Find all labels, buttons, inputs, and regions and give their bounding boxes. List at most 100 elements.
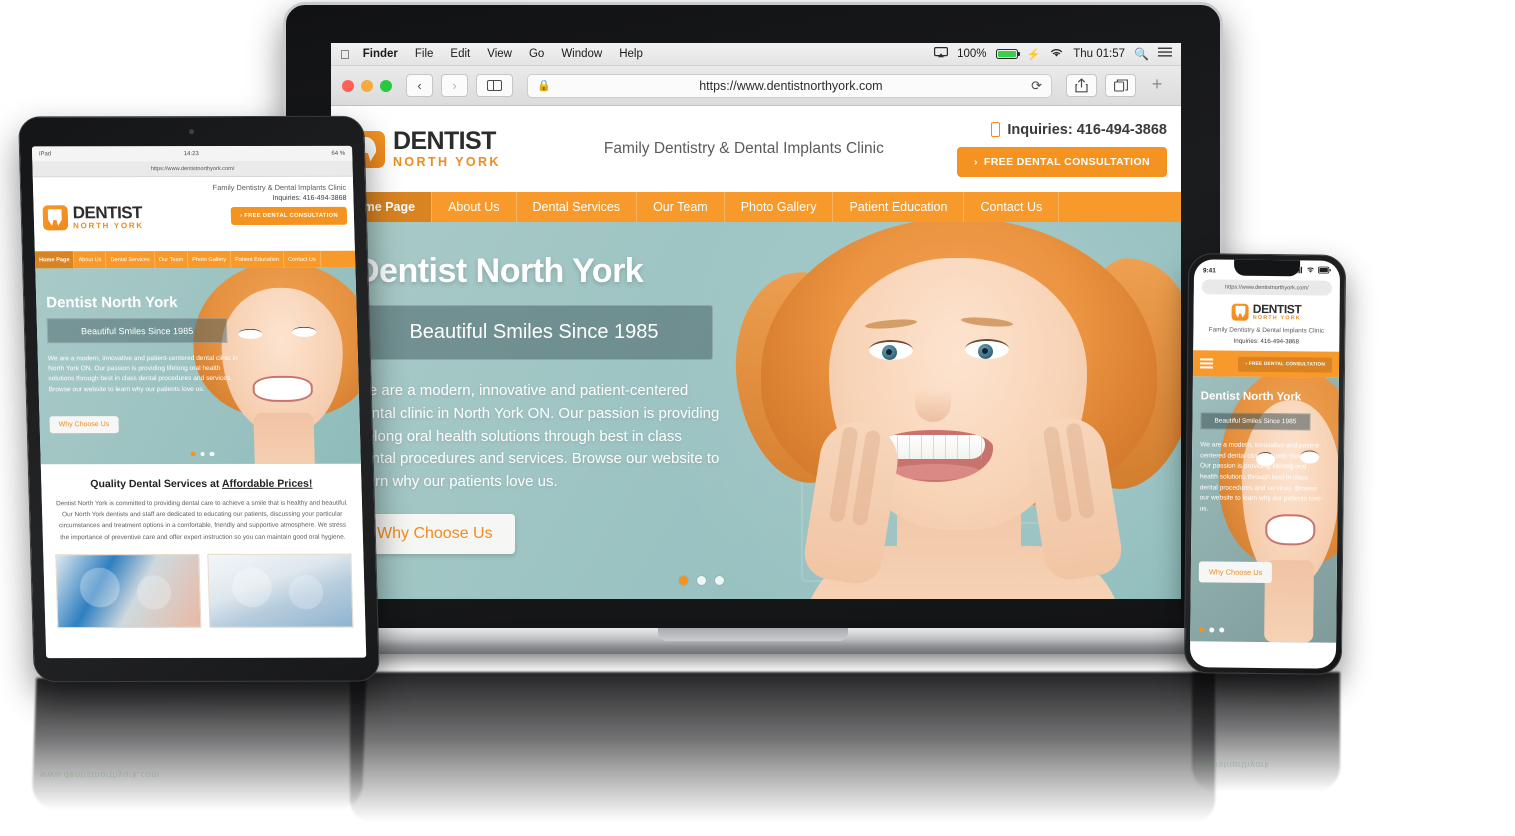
inquiries-line[interactable]: Inquiries: 416-494-3868 (957, 122, 1167, 138)
new-tab-button[interactable]: + (1144, 74, 1170, 97)
menu-item-go[interactable]: Go (529, 48, 544, 60)
logo-line-2: NORTH YORK (393, 155, 501, 170)
tablet-screen: iPad 14:23 64 % https://www.dentistnorth… (31, 145, 367, 659)
site-logo[interactable]: DENTIST NORTH YORK (348, 129, 501, 169)
menu-item-file[interactable]: File (415, 48, 434, 60)
why-choose-us-button[interactable]: Why Choose Us (355, 513, 515, 554)
laptop-screen:  Finder File Edit View Go Window Help 1… (331, 43, 1181, 599)
carousel-dot-3[interactable] (1219, 627, 1225, 633)
nav-item-about-us[interactable]: About Us (74, 251, 107, 269)
inquiries-label: Inquiries: (1007, 121, 1073, 138)
nav-item-patient-education[interactable]: Patient Education (230, 250, 285, 268)
show-tabs-button[interactable] (1105, 74, 1136, 97)
nav-item-contact-us[interactable]: Contact Us (964, 192, 1060, 222)
nav-item-our-team[interactable]: Our Team (637, 192, 725, 222)
menu-item-edit[interactable]: Edit (450, 48, 470, 60)
nav-item-photo-gallery[interactable]: Photo Gallery (188, 250, 232, 269)
section-heading-plain: Quality Dental Services at (90, 477, 223, 491)
tablet-camera-icon (188, 129, 195, 135)
section-paragraph: Dentist North York is committed to provi… (55, 499, 348, 541)
phone-address-bar[interactable]: https://www.dentistnorthyork.com/ (1201, 279, 1332, 296)
search-icon[interactable]: 🔍 (1134, 47, 1149, 61)
menu-item-finder[interactable]: Finder (363, 48, 398, 60)
carousel-dots (679, 576, 724, 585)
phone-screen: 9:41 https://www.dentistnorthyork.com/ D… (1189, 259, 1341, 669)
battery-icon[interactable] (995, 49, 1020, 59)
phone-icon (991, 122, 1001, 137)
inquiries-label: Inquiries: (1233, 337, 1259, 345)
maximize-window-button[interactable] (380, 79, 392, 92)
address-bar[interactable]: 🔒 https://www.dentistnorthyork.com ⟳ (527, 73, 1052, 98)
free-consultation-button[interactable]: › FREE DENTAL CONSULTATION (1238, 356, 1333, 373)
carousel-dot-1[interactable] (679, 576, 688, 585)
tablet-battery-label: 64 % (331, 150, 346, 157)
battery-icon (1318, 266, 1331, 276)
menu-item-help[interactable]: Help (619, 48, 643, 60)
clinic-photo-procedure[interactable] (207, 553, 354, 628)
site-tagline: Family Dentistry & Dental Implants Clini… (1208, 326, 1325, 335)
nav-item-photo-gallery[interactable]: Photo Gallery (725, 192, 834, 222)
airplay-icon[interactable] (934, 47, 949, 61)
carousel-dot-1[interactable] (190, 451, 196, 456)
window-controls[interactable] (342, 79, 392, 92)
clinic-photo-consultation[interactable] (55, 553, 202, 628)
nav-item-dental-services[interactable]: Dental Services (517, 192, 638, 222)
wifi-icon[interactable] (1049, 47, 1064, 61)
nav-item-contact-us[interactable]: Contact Us (283, 250, 321, 268)
why-choose-us-button[interactable]: Why Choose Us (49, 416, 119, 434)
tablet-site-header: DENTIST NORTH YORK Family Dentistry & De… (32, 176, 355, 252)
close-window-button[interactable] (342, 79, 354, 92)
free-consultation-button[interactable]: › FREE DENTAL CONSULTATION (956, 146, 1167, 177)
back-button[interactable]: ‹ (406, 74, 433, 97)
chevron-right-icon: › (1245, 361, 1248, 367)
tablet-device: iPad 14:23 64 % https://www.dentistnorth… (18, 115, 380, 683)
inquiries-phone[interactable]: 416-494-3868 (1077, 122, 1167, 138)
nav-item-dental-services[interactable]: Dental Services (106, 251, 156, 269)
hamburger-menu-icon[interactable] (1199, 356, 1214, 371)
logo-line-2: NORTH YORK (72, 221, 144, 231)
list-icon[interactable] (1158, 47, 1172, 61)
why-choose-us-button[interactable]: Why Choose Us (1198, 561, 1273, 584)
site-logo[interactable]: DENTIST NORTH YORK (1200, 302, 1334, 321)
carousel-dot-3[interactable] (715, 576, 724, 585)
site-navigation: Home Page About Us Dental Services Our T… (331, 192, 1181, 222)
nav-item-our-team[interactable]: Our Team (154, 251, 189, 269)
hero-copy: Dentist North York Beautiful Smiles Sinc… (355, 252, 755, 554)
carousel-dot-2[interactable] (1209, 627, 1215, 633)
site-header: DENTIST NORTH YORK Family Dentistry & De… (331, 106, 1181, 192)
tablet-address-bar[interactable]: https://www.dentistnorthyork.com/ (32, 160, 353, 178)
hero-subtitle: Beautiful Smiles Since 1985 (80, 325, 194, 336)
carousel-dot-2[interactable] (199, 451, 205, 456)
laptop-reflection (350, 672, 1215, 822)
menu-bar-clock[interactable]: Thu 01:57 (1073, 48, 1125, 60)
tablet-hero-carousel: Dentist North York Beautiful Smiles Sinc… (35, 267, 361, 465)
sidebar-icon (487, 79, 502, 92)
logo-line-2: NORTH YORK (1252, 314, 1301, 322)
carousel-dots (190, 451, 215, 456)
nav-item-patient-education[interactable]: Patient Education (833, 192, 965, 222)
inquiries-phone[interactable]: 416-494-3868 (303, 195, 347, 202)
nav-item-home-page[interactable]: Home Page (34, 251, 75, 269)
menu-item-view[interactable]: View (487, 48, 512, 60)
phone-reflection (1192, 672, 1340, 792)
share-button[interactable] (1066, 74, 1097, 97)
phone-device: 9:41 https://www.dentistnorthyork.com/ D… (1183, 253, 1347, 675)
reload-icon[interactable]: ⟳ (1031, 78, 1042, 94)
sidebar-toggle-button[interactable] (476, 74, 513, 97)
carousel-dot-1[interactable] (1199, 627, 1205, 633)
forward-button[interactable]: › (441, 74, 468, 97)
tooth-icon (42, 204, 69, 230)
site-tagline: Family Dentistry & Dental Implants Clini… (603, 140, 884, 157)
nav-item-about-us[interactable]: About Us (432, 192, 517, 222)
free-consultation-button[interactable]: › FREE DENTAL CONSULTATION (230, 206, 348, 226)
menu-item-window[interactable]: Window (561, 48, 602, 60)
inquiries-line[interactable]: Inquiries: 416-494-3868 (143, 195, 347, 202)
minimize-window-button[interactable] (361, 79, 373, 92)
carousel-dot-3[interactable] (209, 451, 215, 456)
apple-icon[interactable]:  (340, 48, 350, 61)
hero-paragraph: We are a modern, innovative and patient-… (1199, 441, 1322, 513)
inquiries-phone[interactable]: 416-494-3868 (1260, 338, 1299, 345)
logo-line-1: DENTIST (72, 203, 143, 223)
carousel-dot-2[interactable] (697, 576, 706, 585)
inquiries-line[interactable]: Inquiries: 416-494-3868 (1199, 337, 1333, 346)
